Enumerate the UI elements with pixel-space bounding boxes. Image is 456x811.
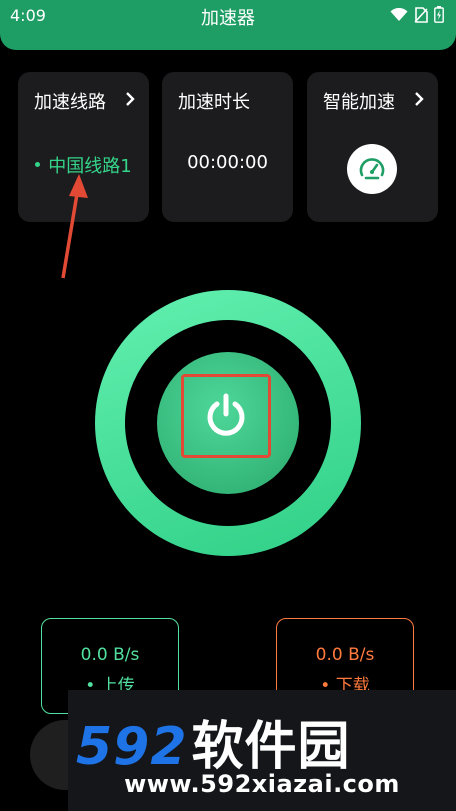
power-button[interactable] xyxy=(181,374,271,458)
route-card-title: 加速线路 xyxy=(34,92,106,113)
watermark: 592软件园 www.592xiazai.com xyxy=(68,690,456,811)
route-status-dot xyxy=(35,161,41,167)
power-icon xyxy=(207,393,245,436)
speedometer-button[interactable] xyxy=(347,144,397,194)
upload-speed-value: 0.0 B/s xyxy=(80,645,140,665)
status-icons xyxy=(390,6,444,23)
chevron-right-icon xyxy=(415,92,424,106)
download-speed-value: 0.0 B/s xyxy=(315,645,375,665)
duration-card: 加速时长 00:00:00 xyxy=(162,72,293,222)
page-title: 加速器 xyxy=(201,8,255,29)
watermark-digits: 592 xyxy=(76,717,188,777)
watermark-url: www.592xiazai.com xyxy=(124,770,400,798)
arrow-annotation xyxy=(61,174,88,279)
duration-value: 00:00:00 xyxy=(187,152,268,173)
smart-card[interactable]: 智能加速 xyxy=(307,72,438,222)
speedometer-icon xyxy=(359,158,385,180)
battery-icon xyxy=(434,6,444,23)
no-sim-icon xyxy=(414,6,428,23)
duration-card-title: 加速时长 xyxy=(178,92,250,113)
chevron-right-icon xyxy=(126,92,135,106)
watermark-logo: 592软件园 xyxy=(76,704,351,779)
wifi-icon xyxy=(390,7,408,21)
watermark-name: 软件园 xyxy=(191,717,351,777)
app-header: 4:09 加速器 xyxy=(0,0,456,50)
smart-card-title: 智能加速 xyxy=(323,92,395,113)
